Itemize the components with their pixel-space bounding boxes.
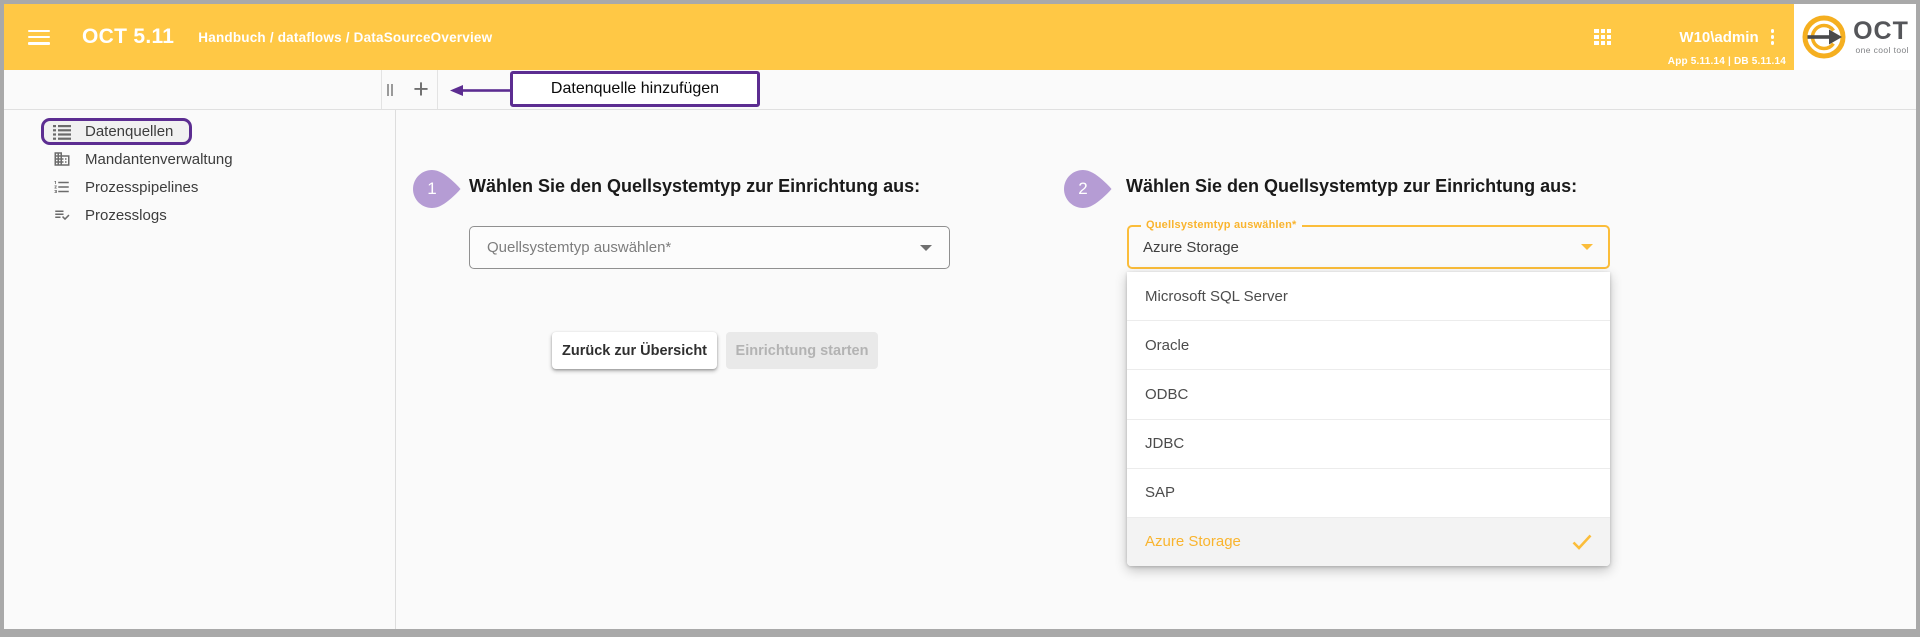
toolbar-divider: [381, 70, 382, 109]
menu-item-oracle[interactable]: Oracle: [1127, 321, 1610, 371]
step-number: 1: [427, 179, 437, 198]
step-number: 2: [1078, 179, 1088, 198]
user-menu-kebab-icon[interactable]: [1767, 27, 1778, 46]
app-window: OCT 5.11 Handbuch / dataflows / DataSour…: [4, 4, 1916, 629]
hamburger-menu-icon[interactable]: [28, 29, 50, 45]
breadcrumb[interactable]: Handbuch / dataflows / DataSourceOvervie…: [198, 30, 492, 45]
sidebar-item-datenquellen[interactable]: Datenquellen: [41, 118, 193, 145]
checklist-icon: [55, 210, 70, 221]
menu-item-jdbc[interactable]: JDBC: [1127, 419, 1610, 469]
panel-splitter-handle[interactable]: [387, 84, 394, 96]
step-1-title: Wählen Sie den Quellsystemtyp zur Einric…: [469, 176, 921, 196]
step-1-badge: 1: [413, 170, 461, 208]
numbered-list-icon: [54, 181, 69, 193]
apps-grid-icon[interactable]: [1594, 28, 1612, 46]
select-floating-label: Quellsystemtyp auswählen*: [1141, 219, 1302, 231]
toolbar: + Datenquelle hinzufügen: [4, 70, 1916, 110]
source-type-select[interactable]: Quellsystemtyp auswählen*: [469, 226, 950, 269]
menu-item-odbc[interactable]: ODBC: [1127, 370, 1610, 420]
sidebar-item-label: Datenquellen: [85, 123, 174, 140]
step-2-badge: 2: [1064, 170, 1112, 208]
step-2-title: Wählen Sie den Quellsystemtyp zur Einric…: [1126, 176, 1578, 196]
sidebar-item-prozesspipelines[interactable]: Prozesspipelines: [4, 173, 395, 201]
screenshot-frame: OCT 5.11 Handbuch / dataflows / DataSour…: [0, 0, 1920, 637]
chevron-down-icon: [1581, 244, 1593, 250]
check-icon: [1572, 534, 1592, 550]
sidebar-nav: Datenquellen Mandantenverwaltung Prozess…: [4, 110, 396, 629]
sidebar-item-label: Prozesspipelines: [85, 178, 199, 196]
menu-item-azure-storage[interactable]: Azure Storage: [1127, 517, 1610, 566]
menu-item-microsoft-sql-server[interactable]: Microsoft SQL Server: [1127, 272, 1610, 322]
add-datasource-button[interactable]: +: [404, 70, 438, 109]
version-info: App 5.11.14 | DB 5.11.14: [1667, 56, 1786, 67]
logo-text: OCT: [1853, 17, 1909, 46]
menu-item-sap[interactable]: SAP: [1127, 468, 1610, 518]
app-title: OCT 5.11: [82, 25, 175, 48]
source-type-select-open[interactable]: Quellsystemtyp auswählen* Azure Storage: [1127, 219, 1610, 269]
building-icon: [54, 152, 70, 166]
annotation-arrow-icon: [450, 85, 510, 96]
sidebar-item-mandantenverwaltung[interactable]: Mandantenverwaltung: [4, 145, 395, 173]
source-type-dropdown-menu: Microsoft SQL Server Oracle ODBC JDBC SA…: [1127, 272, 1610, 566]
sidebar-item-label: Mandantenverwaltung: [85, 150, 233, 168]
select-value: Azure Storage: [1143, 238, 1239, 256]
menu-item-label: Azure Storage: [1145, 533, 1241, 551]
app-header: OCT 5.11 Handbuch / dataflows / DataSour…: [4, 4, 1916, 70]
toolbar-divider: [437, 70, 438, 109]
back-to-overview-button[interactable]: Zurück zur Übersicht: [552, 332, 717, 369]
list-icon: [53, 124, 71, 140]
select-placeholder: Quellsystemtyp auswählen*: [487, 239, 672, 256]
chevron-down-icon: [920, 244, 932, 251]
main-content: 1 Wählen Sie den Quellsystemtyp zur Einr…: [396, 110, 1916, 629]
logo-tagline: one cool tool: [1855, 45, 1909, 56]
sidebar-item-label: Prozesslogs: [85, 206, 167, 224]
user-name[interactable]: W10\admin: [1679, 29, 1758, 46]
sidebar-item-prozesslogs[interactable]: Prozesslogs: [4, 201, 395, 229]
oct-logo: OCT one cool tool: [1794, 4, 1916, 70]
start-setup-button: Einrichtung starten: [726, 332, 878, 369]
oct-logo-icon: [1802, 15, 1846, 59]
annotation-callout: Datenquelle hinzufügen: [510, 71, 760, 107]
